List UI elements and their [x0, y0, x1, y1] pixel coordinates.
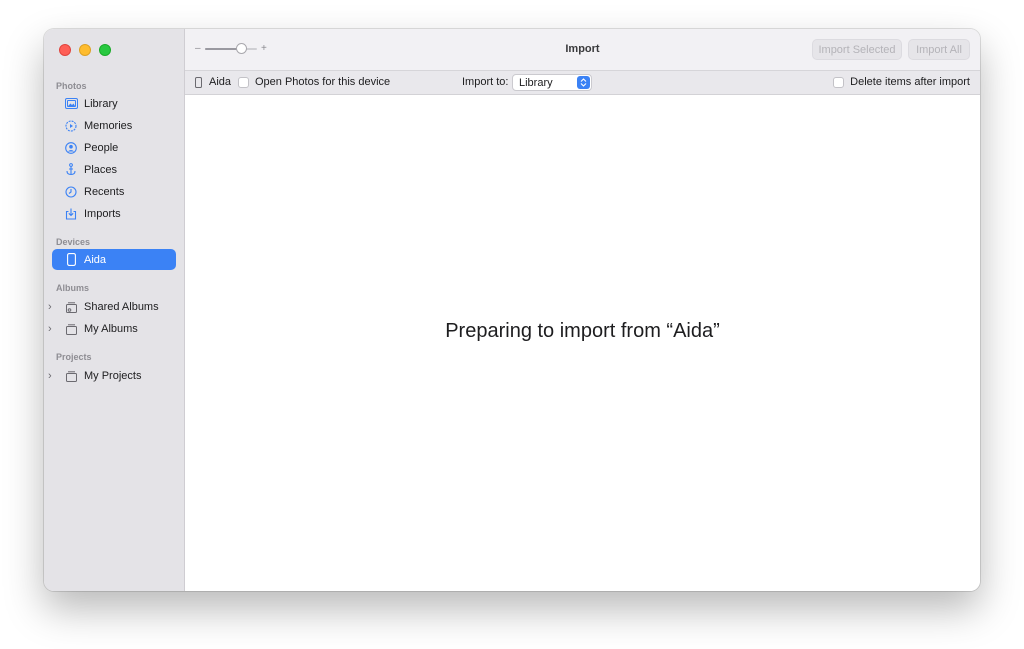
chevron-right-icon[interactable]: ›: [48, 370, 52, 382]
delete-after-import-option[interactable]: Delete items after import: [833, 76, 970, 88]
open-photos-checkbox[interactable]: [238, 76, 249, 88]
sidebar-item-label: Aida: [84, 253, 107, 266]
open-photos-option[interactable]: Open Photos for this device: [238, 76, 390, 88]
places-icon: [64, 163, 78, 177]
imports-icon: [64, 207, 78, 221]
minimize-button[interactable]: [79, 44, 91, 56]
sidebar-item-label: Library: [84, 97, 118, 110]
zoom-in-icon[interactable]: +: [261, 43, 267, 54]
library-icon: [64, 97, 78, 111]
device-name: Aida: [209, 76, 232, 88]
section-title-devices: Devices: [56, 237, 91, 247]
phone-icon: [64, 253, 78, 267]
up-down-arrows-icon: [577, 76, 590, 89]
chevron-right-icon[interactable]: ›: [48, 301, 52, 313]
chevron-right-icon[interactable]: ›: [48, 323, 52, 335]
zoom-slider-knob[interactable]: [235, 43, 247, 54]
sidebar-item-label: My Albums: [84, 322, 138, 335]
close-button[interactable]: [59, 44, 71, 56]
sidebar: Photos Library Memories People Places Re…: [44, 29, 185, 591]
sidebar-item-label: Places: [84, 163, 118, 176]
sidebar-item-library[interactable]: Library: [52, 93, 176, 114]
sidebar-item-shared-albums[interactable]: › Shared Albums: [48, 296, 176, 317]
section-title-projects: Projects: [56, 352, 92, 362]
import-content-area: Preparing to import from “Aida”: [185, 95, 980, 591]
sidebar-item-label: My Projects: [84, 369, 142, 382]
import-to-value: Library: [519, 76, 553, 89]
sidebar-item-label: People: [84, 141, 119, 154]
fullscreen-button[interactable]: [99, 44, 111, 56]
zoom-slider[interactable]: [205, 43, 257, 54]
section-title-photos: Photos: [56, 81, 87, 91]
sidebar-item-people[interactable]: People: [52, 137, 176, 158]
import-selected-button[interactable]: Import Selected: [812, 39, 902, 60]
window-controls: [59, 44, 111, 56]
people-icon: [64, 141, 78, 155]
sidebar-item-label: Recents: [84, 185, 125, 198]
zoom-out-icon[interactable]: –: [195, 43, 201, 54]
phone-icon: [195, 76, 202, 88]
import-to-select[interactable]: Library: [512, 74, 592, 91]
sidebar-item-places[interactable]: Places: [52, 159, 176, 180]
import-to-label: Import to:: [462, 76, 509, 88]
memories-icon: [64, 119, 78, 133]
device-label: Aida: [195, 76, 231, 88]
sidebar-item-label: Shared Albums: [84, 300, 159, 313]
sidebar-item-label: Imports: [84, 207, 121, 220]
sidebar-item-memories[interactable]: Memories: [52, 115, 176, 136]
recents-icon: [64, 185, 78, 199]
sidebar-item-my-albums[interactable]: › My Albums: [48, 318, 176, 339]
delete-after-import-label: Delete items after import: [850, 76, 970, 88]
photos-window: Photos Library Memories People Places Re…: [44, 29, 980, 591]
section-title-albums: Albums: [56, 283, 90, 293]
shared-albums-icon: [64, 300, 78, 314]
album-icon: [64, 322, 78, 336]
sidebar-item-recents[interactable]: Recents: [52, 181, 176, 202]
sidebar-item-imports[interactable]: Imports: [52, 203, 176, 224]
import-all-button[interactable]: Import All: [908, 39, 970, 60]
projects-icon: [64, 369, 78, 383]
sidebar-item-label: Memories: [84, 119, 133, 132]
open-photos-label: Open Photos for this device: [255, 76, 391, 88]
sidebar-item-my-projects[interactable]: › My Projects: [48, 365, 176, 386]
import-options-bar: Aida Open Photos for this device Import …: [185, 71, 980, 95]
toolbar: – + Import Import Selected Import All: [185, 29, 980, 71]
sidebar-item-aida[interactable]: Aida: [52, 249, 176, 270]
delete-after-import-checkbox[interactable]: [833, 76, 845, 88]
preparing-message: Preparing to import from “Aida”: [445, 320, 720, 342]
